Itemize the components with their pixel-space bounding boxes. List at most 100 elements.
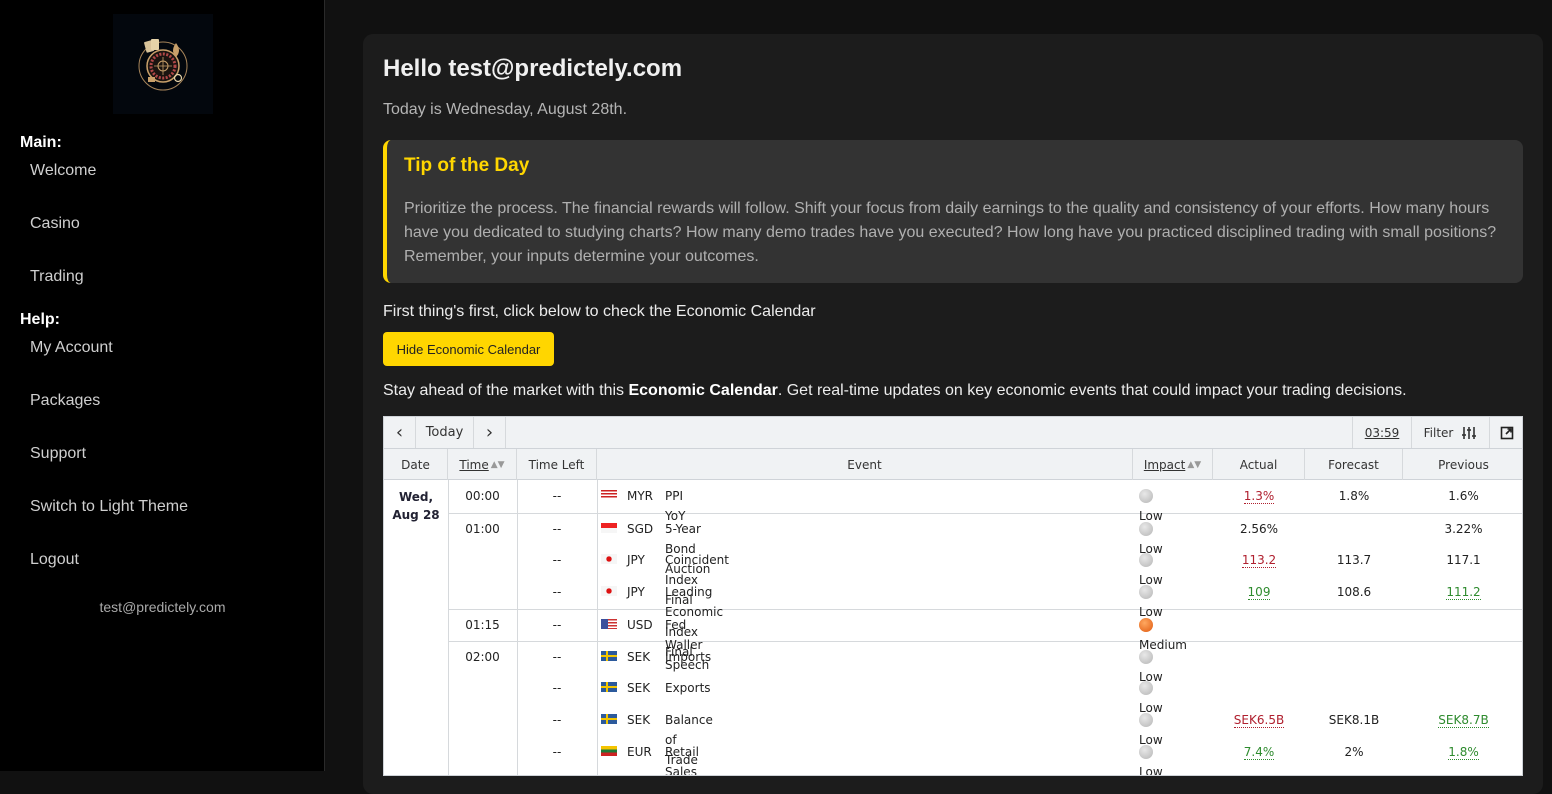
previous-cell: 1.8% — [1403, 742, 1522, 762]
time-left-cell: -- — [552, 681, 562, 695]
impact-cell: Low — [1139, 582, 1163, 619]
impact-cell: Low — [1139, 678, 1163, 715]
low-impact-face-icon — [1139, 553, 1153, 567]
forecast-cell-value: 1.8% — [1338, 489, 1370, 503]
time-cell: 02:00 — [465, 650, 500, 664]
previous-cell-value: SEK8.7B — [1438, 713, 1489, 728]
calendar-description: Stay ahead of the market with this Econo… — [383, 382, 1407, 400]
low-impact-face-icon — [1139, 489, 1153, 503]
event-name[interactable]: Coincident Index Final — [665, 550, 729, 607]
tip-of-the-day: Tip of the Day Prioritize the process. T… — [383, 140, 1523, 283]
impact-cell: Low — [1139, 647, 1163, 684]
nav-item-my-account[interactable]: My Account — [30, 339, 113, 357]
nav-item-logout[interactable]: Logout — [30, 551, 79, 569]
forecast-cell-value: 2% — [1344, 745, 1364, 759]
description-prefix: Stay ahead of the market with this — [383, 382, 629, 399]
date-cell-day: Wed, — [398, 490, 434, 504]
header-forecast: Forecast — [1305, 449, 1403, 480]
time-cell: 01:00 — [465, 522, 500, 536]
event-name[interactable]: 5-Year Bond Auction — [665, 519, 710, 576]
flag-us-icon — [601, 619, 617, 629]
time-cell: 01:15 — [465, 618, 500, 632]
hide-calendar-button[interactable]: Hide Economic Calendar — [383, 332, 554, 366]
popout-button[interactable] — [1490, 417, 1522, 448]
nav-item-casino[interactable]: Casino — [30, 215, 80, 233]
impact-cell: Low — [1139, 550, 1163, 587]
chevron-right-icon: › — [485, 422, 494, 443]
actual-cell-value: 7.4% — [1243, 745, 1275, 760]
event-name[interactable]: Exports — [665, 678, 711, 698]
forecast-cell-value: 113.7 — [1336, 553, 1372, 567]
event-name[interactable]: Leading Economic Index Final — [665, 582, 723, 659]
previous-cell-value: 3.22% — [1444, 522, 1483, 536]
nav-item-switch-theme[interactable]: Switch to Light Theme — [30, 498, 188, 516]
column-divider — [597, 480, 598, 775]
nav-item-packages[interactable]: Packages — [30, 392, 100, 410]
actual-cell: 113.2 — [1213, 550, 1305, 570]
event-name[interactable]: PPI YoY — [665, 486, 685, 523]
header-time-label: Time — [459, 457, 489, 472]
clock-time[interactable]: 03:59 — [1352, 417, 1412, 448]
time-left-cell: -- — [552, 553, 562, 567]
low-impact-face-icon — [1139, 522, 1153, 536]
flag-se-icon — [601, 682, 617, 692]
currency-cell: EUR — [627, 745, 652, 759]
header-date: Date — [384, 449, 448, 480]
impact-cell: Low — [1139, 742, 1163, 775]
nav-section-help: Help: — [20, 311, 60, 328]
row-divider — [448, 609, 1522, 610]
description-suffix: . Get real-time updates on key economic … — [777, 382, 1407, 399]
forecast-cell: 108.6 — [1305, 582, 1403, 602]
actual-cell-value: SEK6.5B — [1233, 713, 1285, 728]
header-impact[interactable]: Impact ▲▼ — [1133, 449, 1213, 480]
logo[interactable] — [113, 14, 213, 114]
nav-item-support[interactable]: Support — [30, 445, 86, 463]
time-cell: 00:00 — [465, 489, 500, 503]
greeting-title: Hello test@predictely.com — [383, 55, 683, 82]
calendar-header-row: Date Time ▲▼ Time Left Event Impact ▲▼ Act… — [384, 449, 1522, 480]
flag-se-icon — [601, 714, 617, 724]
forecast-cell: 113.7 — [1305, 550, 1403, 570]
date-cell-date: Aug 28 — [392, 508, 440, 522]
economic-calendar: ‹ Today › 03:59 Filter Date Time ▲▼ Time … — [383, 416, 1523, 776]
next-day-button[interactable]: › — [474, 417, 506, 448]
nav-item-welcome[interactable]: Welcome — [30, 162, 96, 180]
row-divider — [448, 513, 1522, 514]
filter-button[interactable]: Filter — [1412, 417, 1490, 448]
event-name[interactable]: Imports — [665, 647, 711, 667]
calendar-toolbar: ‹ Today › 03:59 Filter — [384, 417, 1522, 449]
prev-day-button[interactable]: ‹ — [384, 417, 416, 448]
event-name[interactable]: Fed Waller Speech — [665, 615, 709, 672]
time-left-cell: -- — [552, 745, 562, 759]
calendar-intro: First thing's first, click below to chec… — [383, 303, 816, 320]
header-time[interactable]: Time ▲▼ — [448, 449, 517, 480]
header-time-left: Time Left — [517, 449, 597, 480]
time-left-cell: -- — [552, 489, 562, 503]
currency-cell: SEK — [627, 713, 651, 727]
forecast-cell: 2% — [1305, 742, 1403, 762]
today-date: Today is Wednesday, August 28th. — [383, 101, 628, 118]
currency-cell: MYR — [627, 489, 654, 503]
flag-lt-icon — [601, 746, 617, 756]
event-name[interactable]: Retail Sales YoY — [665, 742, 699, 775]
description-bold: Economic Calendar — [628, 382, 778, 399]
impact-cell: Low — [1139, 486, 1163, 523]
time-left-cell: -- — [552, 522, 562, 536]
low-impact-face-icon — [1139, 713, 1153, 727]
low-impact-face-icon — [1139, 681, 1153, 695]
filter-label: Filter — [1423, 425, 1454, 440]
tip-text: Prioritize the process. The financial re… — [404, 200, 1497, 265]
actual-cell-value: 109 — [1247, 585, 1271, 600]
previous-cell-value: 111.2 — [1446, 585, 1481, 600]
low-impact-face-icon — [1139, 585, 1153, 599]
previous-cell: 1.6% — [1403, 486, 1522, 506]
nav-item-trading[interactable]: Trading — [30, 268, 84, 286]
event-name[interactable]: Balance of Trade — [665, 710, 713, 767]
medium-impact-face-icon — [1139, 618, 1153, 632]
today-button[interactable]: Today — [416, 417, 474, 448]
previous-cell-value: 1.6% — [1448, 489, 1479, 503]
time-left-cell: -- — [552, 713, 562, 727]
actual-cell-value: 2.56% — [1239, 522, 1279, 536]
previous-cell-value: 1.8% — [1448, 745, 1479, 760]
sort-icon: ▲▼ — [1187, 459, 1202, 470]
